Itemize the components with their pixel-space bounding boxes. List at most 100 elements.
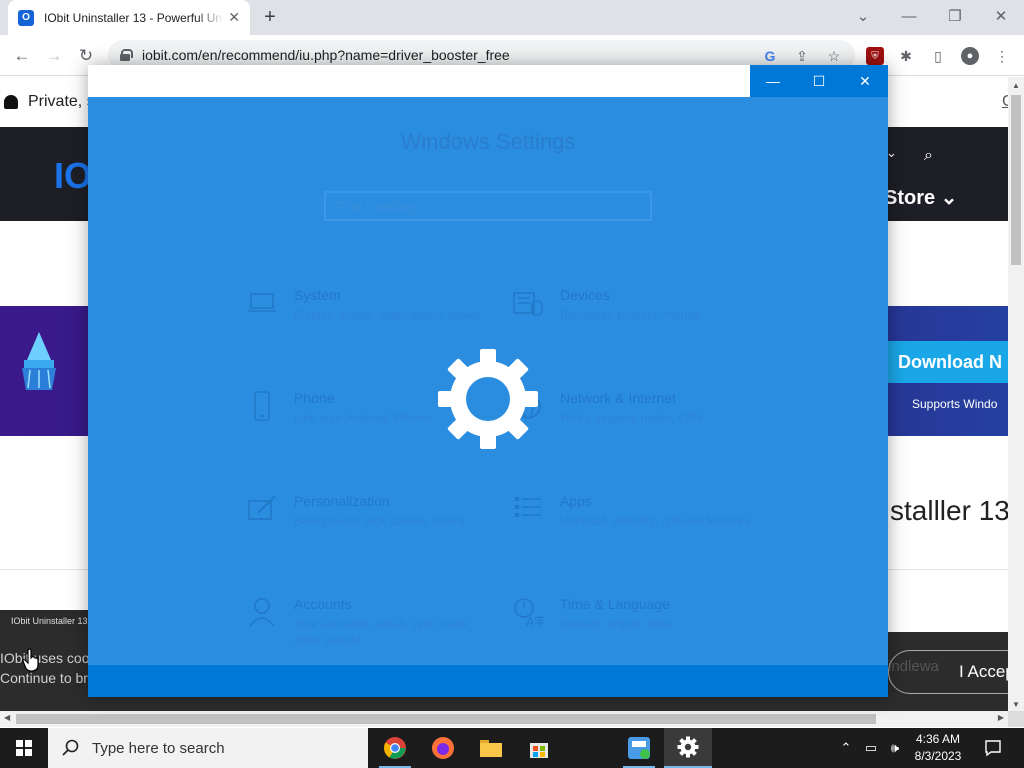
profile-avatar-icon[interactable]: ●: [961, 47, 979, 65]
clock-time: 4:36 AM: [915, 732, 961, 746]
scrollbar-corner: [1008, 711, 1024, 727]
scroll-up-icon[interactable]: ▲: [1012, 81, 1020, 90]
category-name: Phone: [294, 390, 335, 406]
category-desc: Wi-Fi, airplane mode, VPN: [560, 411, 703, 425]
person-icon: [249, 598, 275, 627]
vertical-scroll-thumb[interactable]: [1011, 95, 1021, 265]
category-name: Time & Language: [560, 596, 670, 612]
forward-button[interactable]: →: [42, 44, 66, 68]
extensions-puzzle-icon[interactable]: ✱: [897, 47, 915, 65]
horizontal-scroll-thumb[interactable]: [16, 714, 876, 724]
store-menu[interactable]: Store ⌄: [884, 185, 957, 210]
url-text: iobit.com/en/recommend/iu.php?name=drive…: [142, 47, 510, 63]
iobit-favicon-icon: O: [18, 9, 34, 26]
phone-icon: [254, 391, 270, 421]
settings-gear-loading-icon: [438, 349, 538, 449]
volume-icon[interactable]: 🕪: [884, 728, 906, 768]
vertical-scrollbar[interactable]: ▲ ▼: [1008, 77, 1024, 711]
settings-window-controls: — ☐ ✕: [750, 65, 888, 97]
category-desc: Speech, region, date: [560, 617, 671, 631]
search-icon: [62, 739, 79, 756]
side-panel-icon[interactable]: ▯: [929, 47, 947, 65]
minimize-icon[interactable]: —: [750, 65, 796, 97]
scroll-down-icon[interactable]: ▼: [1012, 700, 1020, 709]
browser-tab[interactable]: O IObit Uninstaller 13 - Powerful Un ✕: [8, 0, 250, 35]
iobit-logo[interactable]: IO: [54, 155, 92, 197]
iobit-uninstaller-icon: [628, 737, 650, 759]
google-translate-icon[interactable]: G: [761, 47, 779, 65]
time-language-icon: A字: [514, 598, 544, 628]
tab-search-icon[interactable]: ⌄: [848, 4, 878, 28]
gear-icon: [677, 736, 699, 758]
start-button[interactable]: [0, 728, 48, 768]
firefox-taskbar-button[interactable]: [419, 728, 467, 768]
settings-taskbar-button[interactable]: [664, 728, 712, 768]
apps-list-icon: [515, 497, 541, 517]
notification-text: Private, s: [28, 93, 95, 110]
paintbrush-icon: [248, 495, 276, 520]
category-name: Network & Internet: [560, 390, 676, 406]
notification-center-icon: [985, 740, 1001, 757]
cookie-line-1: IObit uses coo: [0, 650, 90, 666]
minimize-browser-button[interactable]: —: [894, 4, 924, 28]
back-button[interactable]: ←: [10, 44, 34, 68]
menu-kebab-icon[interactable]: ⋮: [993, 47, 1011, 65]
maximize-icon[interactable]: ☐: [796, 65, 842, 97]
settings-bottom-bar: [88, 665, 888, 697]
notification-center-button[interactable]: [978, 728, 1008, 768]
file-explorer-taskbar-button[interactable]: [467, 728, 515, 768]
shield-extension-icon[interactable]: ⛨: [866, 47, 884, 65]
search-icon[interactable]: ⌕: [924, 147, 933, 165]
category-desc: Your accounts, email, sync, work, other …: [294, 617, 472, 647]
microsoft-store-icon: [530, 743, 548, 758]
taskbar-clock[interactable]: 4:36 AM 8/3/2023: [904, 731, 972, 765]
scroll-right-icon[interactable]: ▶: [998, 713, 1004, 722]
download-now-button[interactable]: Download N: [888, 341, 1008, 383]
accept-cookies-button[interactable]: I Accep: [888, 650, 1008, 694]
tab-close-icon[interactable]: ✕: [228, 9, 240, 26]
browser-titlebar: O IObit Uninstaller 13 - Powerful Un ✕ +…: [0, 0, 1024, 35]
cookie-line-2: Continue to br: [0, 670, 88, 686]
settings-titlebar[interactable]: — ☐ ✕: [88, 65, 888, 97]
scroll-left-icon[interactable]: ◀: [4, 713, 10, 722]
svg-text:A字: A字: [526, 614, 544, 628]
new-tab-button[interactable]: +: [258, 5, 282, 29]
category-name: Apps: [560, 493, 592, 509]
bell-icon: [4, 95, 18, 109]
category-name: Devices: [560, 287, 610, 303]
broom-product-icon: [22, 332, 56, 390]
category-desc: Bluetooth, printers, mouse: [560, 308, 701, 322]
windows-logo-icon: [16, 740, 32, 756]
cookie-text: IObit uses coo Continue to br: [0, 648, 90, 688]
hand-cursor-icon: [22, 648, 39, 672]
firefox-icon: [432, 737, 454, 759]
settings-window[interactable]: — ☐ ✕ Windows Settings Find a setting Sy…: [88, 65, 888, 697]
show-hidden-icons-chevron-icon[interactable]: ⌃: [836, 728, 856, 768]
taskbar-search[interactable]: Type here to search: [48, 728, 368, 768]
folder-icon: [480, 740, 502, 757]
chrome-icon: [384, 737, 406, 759]
iobit-uninstaller-taskbar-button[interactable]: [615, 728, 663, 768]
chrome-taskbar-button[interactable]: [371, 728, 419, 768]
category-name: Personalization: [294, 493, 390, 509]
settings-content: Windows Settings Find a setting System D…: [88, 97, 888, 665]
category-desc: Uninstall, defaults, optional features: [560, 514, 751, 528]
network-icon[interactable]: ▭: [860, 728, 882, 768]
horizontal-scrollbar[interactable]: ◀ ▶: [0, 711, 1008, 727]
bookmark-star-icon[interactable]: ☆: [825, 47, 843, 65]
settings-heading: Windows Settings: [400, 129, 576, 154]
share-icon[interactable]: ⇪: [793, 47, 811, 65]
tab-title: IObit Uninstaller 13 - Powerful Un: [44, 10, 223, 25]
close-browser-button[interactable]: ✕: [986, 4, 1016, 28]
clock-date: 8/3/2023: [914, 749, 962, 763]
category-name: Accounts: [294, 596, 352, 612]
find-setting-input[interactable]: Find a setting: [324, 191, 652, 221]
category-desc: Display, sound, notifications, power: [294, 308, 482, 322]
taskbar-preview-tooltip: IObit Uninstaller 13: [0, 610, 88, 632]
store-taskbar-button[interactable]: [515, 728, 563, 768]
taskbar-search-placeholder: Type here to search: [92, 739, 225, 757]
taskbar: Type here to search ⌃ ▭ 🕪 4:36 AM 8/3/20…: [0, 728, 1024, 768]
close-icon[interactable]: ✕: [842, 65, 888, 97]
restore-browser-button[interactable]: ❐: [940, 4, 970, 28]
lock-icon[interactable]: [120, 49, 133, 61]
